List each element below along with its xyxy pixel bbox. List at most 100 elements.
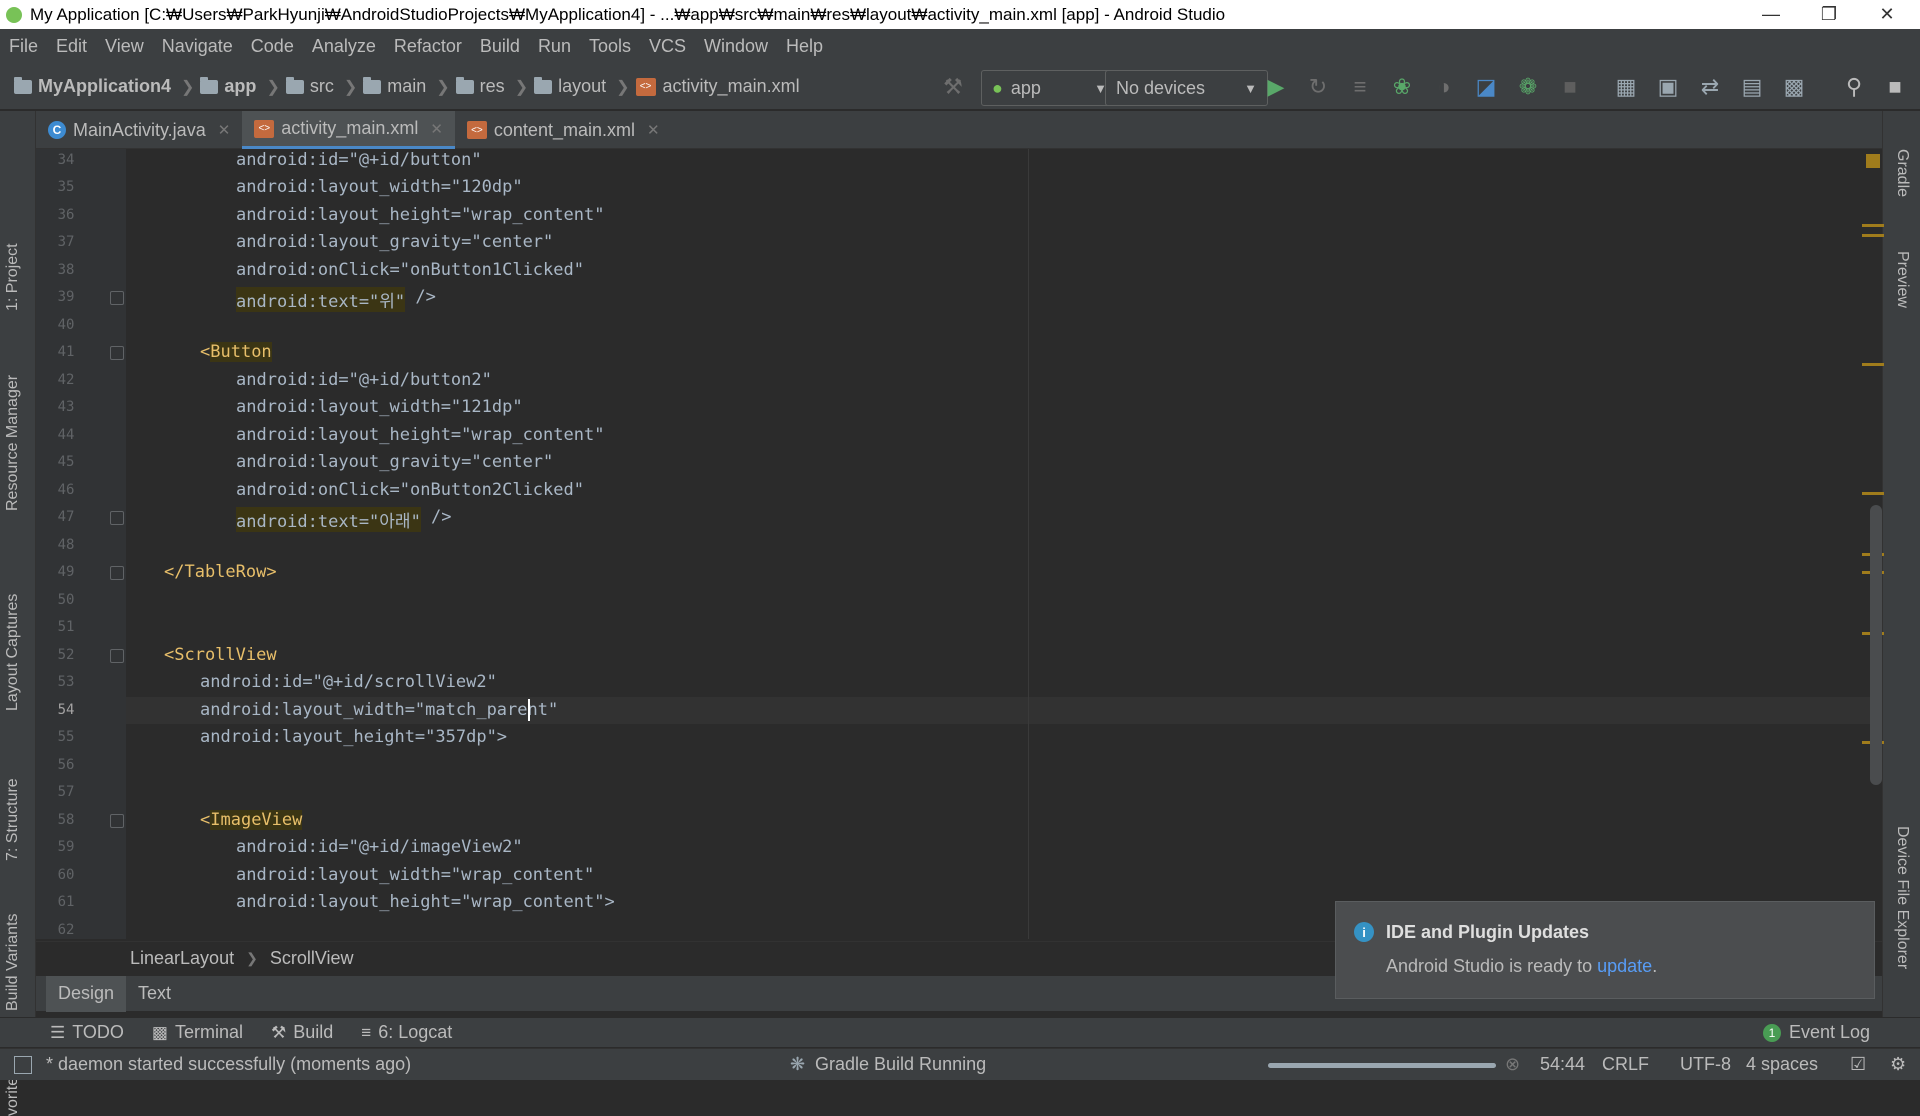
tool-project[interactable]: 1: Project [4,243,22,311]
vertical-scrollbar[interactable] [1870,505,1882,785]
breadcrumb-res[interactable]: res [455,76,505,97]
tab-text[interactable]: Text [126,976,183,1012]
caret-position[interactable]: 54:44 [1540,1054,1585,1075]
tool-label: Build [293,1022,334,1042]
error-stripe-mark[interactable] [1862,363,1884,366]
menu-run[interactable]: Run [529,36,580,57]
breadcrumb-main[interactable]: main [363,76,426,97]
sync-gradle-icon[interactable]: ⇄ [1692,64,1728,110]
code-line: android:layout_width="121dp" [236,397,523,417]
tool-terminal[interactable]: ▩ Terminal [152,1022,243,1043]
lock-icon[interactable]: ☑ [1850,1054,1866,1075]
menu-refactor[interactable]: Refactor [385,36,471,57]
breadcrumb-src[interactable]: src [285,76,334,97]
restore-button[interactable]: ❐ [1800,0,1858,29]
menu-vcs[interactable]: VCS [640,36,695,57]
profile-icon[interactable]: ◪ [1468,64,1504,110]
menu-build[interactable]: Build [471,36,529,57]
warning-stripe-icon[interactable] [1866,154,1880,168]
tool-structure[interactable]: 7: Structure [4,778,22,861]
fold-marker-icon[interactable] [110,566,124,580]
tab-design[interactable]: Design [46,975,127,1012]
line-number: 59 [57,839,75,855]
stop-icon[interactable]: ■ [1552,64,1588,110]
breadcrumb-layout[interactable]: layout [534,76,606,97]
tool-gradle[interactable]: Gradle [1893,149,1911,197]
event-log-button[interactable]: 1 Event Log [1762,1022,1870,1043]
file-encoding[interactable]: UTF-8 [1680,1054,1731,1075]
update-link[interactable]: update [1597,956,1652,976]
progress-bar-fill [1268,1063,1496,1068]
menu-code[interactable]: Code [242,36,303,57]
minimize-button[interactable]: — [1742,0,1800,29]
tool-resource-manager[interactable]: Resource Manager [4,375,22,511]
menu-file[interactable]: File [0,36,47,57]
breadcrumb-project[interactable]: MyApplication4 [14,76,171,97]
tool-label: Terminal [174,1022,244,1042]
tool-layout-captures[interactable]: Layout Captures [4,594,22,711]
cancel-task-icon[interactable]: ⊗ [1505,1054,1520,1075]
menu-view[interactable]: View [96,36,153,57]
line-number: 40 [57,317,75,333]
tab-activity-main[interactable]: <> activity_main.xml ✕ [242,111,455,149]
tool-device-file-explorer[interactable]: Device File Explorer [1893,826,1911,969]
tab-mainactivity[interactable]: C MainActivity.java ✕ [36,111,242,149]
tool-windows-bar: ☰ TODO ▩ Terminal ⚒ Build ≡ 6: Logcat 1 Even… [0,1017,1920,1047]
menu-navigate[interactable]: Navigate [153,36,242,57]
line-separator[interactable]: CRLF [1602,1054,1649,1075]
attach-debugger-icon[interactable]: ❁ [1510,64,1546,110]
close-icon[interactable]: ✕ [647,121,660,139]
project-structure-icon[interactable]: ▦ [1608,64,1644,110]
coverage-icon[interactable]: ◑ [1426,64,1462,110]
close-icon[interactable]: ✕ [218,121,231,139]
layout-inspector-icon[interactable]: ▣ [1650,64,1686,110]
menu-analyze[interactable]: Analyze [303,36,385,57]
tag-open-bracket: < [200,342,211,362]
menu-help[interactable]: Help [777,36,832,57]
tool-logcat[interactable]: ≡ 6: Logcat [361,1022,452,1043]
breadcrumb-linearlayout[interactable]: LinearLayout [130,948,234,969]
line-number: 57 [57,784,75,800]
error-stripe-mark[interactable] [1862,224,1884,227]
tool-todo[interactable]: ☰ TODO [50,1022,124,1043]
fold-marker-icon[interactable] [110,346,124,360]
menu-window[interactable]: Window [695,36,777,57]
breadcrumb-file[interactable]: <> activity_main.xml [635,76,800,97]
hammer-icon[interactable]: ⚒ [936,64,970,110]
fold-marker-icon[interactable] [110,814,124,828]
inspector-icon[interactable]: ⚙ [1890,1054,1906,1075]
run-icon[interactable]: ▶ [1258,64,1294,110]
debug-icon[interactable]: ❀ [1384,64,1420,110]
breadcrumb-scrollview[interactable]: ScrollView [270,948,354,969]
close-icon[interactable]: ✕ [430,120,443,138]
error-stripe-mark[interactable] [1862,492,1884,495]
event-log-count-badge: 1 [1762,1023,1781,1042]
line-number: 35 [57,179,75,195]
toggle-tool-windows-icon[interactable] [14,1055,32,1074]
rerun-icon[interactable]: ↻ [1300,64,1336,110]
apply-changes-icon[interactable]: ≡ [1342,64,1378,110]
close-button[interactable]: ✕ [1858,0,1916,29]
update-notification[interactable]: i IDE and Plugin Updates Android Studio … [1335,901,1875,999]
device-dropdown[interactable]: No devices ▼ [1105,70,1268,106]
run-config-dropdown[interactable]: ● app ▼ [981,70,1118,106]
breadcrumb-app[interactable]: app [200,76,256,97]
menu-tools[interactable]: Tools [580,36,640,57]
avd-manager-icon[interactable]: ▤ [1734,64,1770,110]
error-stripe-mark[interactable] [1862,234,1884,237]
indent-setting[interactable]: 4 spaces [1746,1054,1818,1075]
line-number: 34 [57,152,75,168]
fold-marker-icon[interactable] [110,649,124,663]
menu-edit[interactable]: Edit [47,36,96,57]
user-icon[interactable]: ■ [1877,64,1913,110]
fold-marker-icon[interactable] [110,511,124,525]
code-line: android:layout_gravity="center" [236,452,554,472]
sdk-manager-icon[interactable]: ▩ [1776,64,1812,110]
background-task-label[interactable]: Gradle Build Running [815,1054,986,1075]
tool-preview[interactable]: Preview [1893,251,1911,308]
search-icon[interactable]: ⚲ [1836,64,1872,110]
tab-content-main[interactable]: <> content_main.xml ✕ [455,111,672,149]
tool-build[interactable]: ⚒ Build [271,1022,333,1043]
tool-build-variants[interactable]: Build Variants [4,913,22,1011]
fold-marker-icon[interactable] [110,291,124,305]
